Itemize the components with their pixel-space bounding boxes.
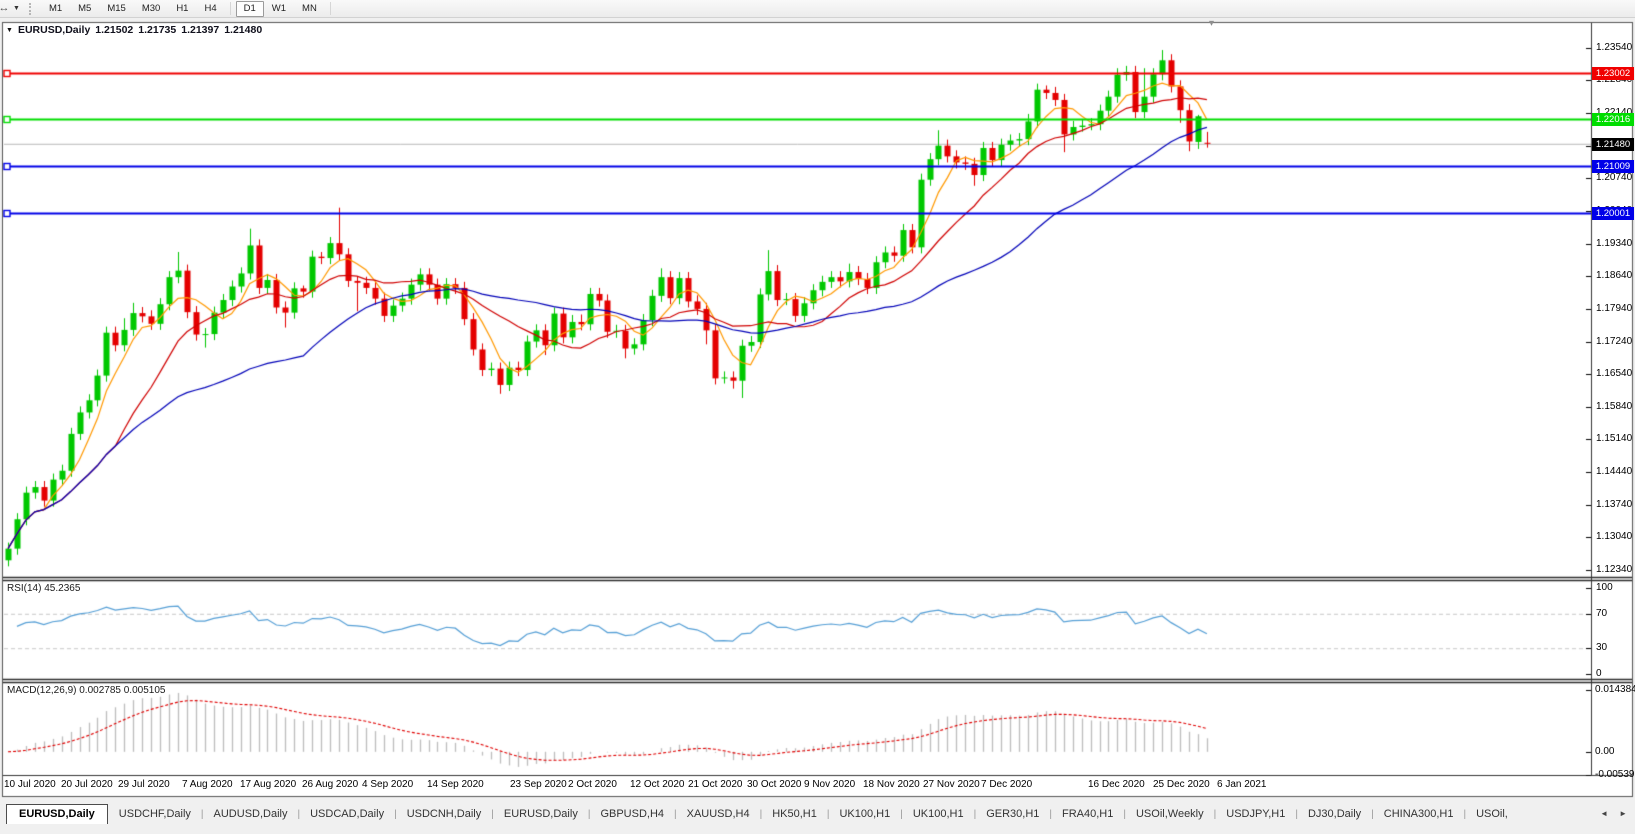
date-axis-label: 16 Dec 2020 [1088,779,1145,790]
price-level-badge: 1.21009 [1592,160,1634,173]
chart-tab-china300-h1[interactable]: CHINA300,H1 [1375,805,1463,824]
rsi-scale-label: 0 [1596,668,1602,679]
date-axis-label: 23 Sep 2020 [510,779,567,790]
date-axis-label: 26 Aug 2020 [302,779,358,790]
price-tick-label: 1.15140 [1596,433,1632,444]
macd-scale-label: -0.005396 [1595,769,1635,780]
chart-tab-usdjpy-h1[interactable]: USDJPY,H1 [1217,805,1294,824]
chart-tab-usoil-weekly[interactable]: USOil,Weekly [1127,805,1213,824]
rsi-label: RSI(14) 45.2365 [7,583,80,594]
chart-symbol-period: EURUSD,Daily [18,24,90,36]
timeframe-button-mn[interactable]: MN [294,1,325,17]
price-level-badge: 1.22016 [1592,113,1634,126]
ohlc-low: 1.21397 [181,24,219,36]
date-axis-label: 14 Sep 2020 [427,779,484,790]
date-axis-label: 6 Jan 2021 [1217,779,1267,790]
date-axis-label: 9 Nov 2020 [804,779,855,790]
price-tick-label: 1.14440 [1596,466,1632,477]
chart-tab-uk100-h1[interactable]: UK100,H1 [830,805,899,824]
ohlc-high: 1.21735 [138,24,176,36]
timeframe-button-m1[interactable]: M1 [41,1,70,17]
date-axis-label: 25 Dec 2020 [1153,779,1210,790]
timeframe-button-h4[interactable]: H4 [196,1,224,17]
macd-scale-label: 0.00 [1595,746,1614,757]
chart-tabs: EURUSD,DailyUSDCHF,Daily|AUDUSD,Daily|US… [0,802,1635,825]
ohlc-close: 1.21480 [224,24,262,36]
chart-tab-usdcad-daily[interactable]: USDCAD,Daily [301,805,393,824]
ohlc-open: 1.21502 [95,24,133,36]
price-tick-label: 1.15840 [1596,401,1632,412]
macd-scale-label: 0.014384 [1595,684,1635,695]
date-axis-label: 27 Nov 2020 [923,779,980,790]
price-tick-label: 1.13040 [1596,531,1632,542]
chart-tab-usoil[interactable]: USOil, [1467,805,1517,824]
chart-shift-icon[interactable]: ↔ [0,2,11,15]
current-price-badge: 1.21480 [1592,138,1634,151]
status-bar [0,824,1635,834]
date-axis-label: 21 Oct 2020 [688,779,742,790]
date-axis-label: 10 Jul 2020 [4,779,56,790]
toolbar-separator [330,2,331,15]
rsi-scale-label: 70 [1596,608,1607,619]
timeframe-toolbar: ↔ ▼ M1M5M15M30H1H4 D1W1MN [0,0,1635,18]
last-bar-marker[interactable]: ▾ [1209,18,1214,29]
chart-tab-eurusd-daily[interactable]: EURUSD,Daily [6,804,108,825]
chart-tab-hk50-h1[interactable]: HK50,H1 [763,805,826,824]
price-tick-label: 1.16540 [1596,368,1632,379]
timeframe-button-d1[interactable]: D1 [236,1,264,17]
chart-title: ▼ EURUSD,Daily 1.21502 1.21735 1.21397 1… [6,24,262,36]
date-axis-label: 4 Sep 2020 [362,779,413,790]
chart-tab-xauusd-h4[interactable]: XAUUSD,H4 [678,805,759,824]
date-axis-label: 12 Oct 2020 [630,779,684,790]
date-axis-label: 7 Dec 2020 [981,779,1032,790]
date-axis-label: 30 Oct 2020 [747,779,801,790]
timeframe-button-m5[interactable]: M5 [70,1,99,17]
chevron-down-icon[interactable]: ▼ [13,5,20,12]
date-axis-label: 17 Aug 2020 [240,779,296,790]
price-tick-label: 1.19340 [1596,238,1632,249]
date-axis-label: 29 Jul 2020 [118,779,170,790]
toolbar-grip[interactable] [29,3,34,15]
timeframe-button-w1[interactable]: W1 [264,1,294,17]
timeframe-button-m30[interactable]: M30 [134,1,168,17]
price-tick-label: 1.12340 [1596,564,1632,575]
chart-tab-uk100-h1[interactable]: UK100,H1 [904,805,973,824]
chart-canvas[interactable] [0,0,1635,834]
tabs-scroll-right-icon[interactable]: ► [1619,809,1627,818]
collapse-triangle-icon[interactable]: ▼ [6,27,13,34]
chart-tab-ger30-h1[interactable]: GER30,H1 [977,805,1048,824]
price-level-badge: 1.20001 [1592,207,1634,220]
chart-tab-fra40-h1[interactable]: FRA40,H1 [1053,805,1122,824]
chart-tab-gbpusd-h4[interactable]: GBPUSD,H4 [591,805,673,824]
date-axis-label: 20 Jul 2020 [61,779,113,790]
price-level-badge: 1.23002 [1592,67,1634,80]
price-tick-label: 1.23540 [1596,42,1632,53]
price-tick-label: 1.20740 [1596,172,1632,183]
timeframe-button-m15[interactable]: M15 [99,1,133,17]
date-axis-label: 2 Oct 2020 [568,779,617,790]
chart-tab-eurusd-daily[interactable]: EURUSD,Daily [495,805,587,824]
price-tick-label: 1.17240 [1596,336,1632,347]
rsi-scale-label: 30 [1596,642,1607,653]
macd-label: MACD(12,26,9) 0.002785 0.005105 [7,685,165,696]
date-axis-label: 18 Nov 2020 [863,779,920,790]
price-tick-label: 1.17940 [1596,303,1632,314]
chart-tab-usdcnh-daily[interactable]: USDCNH,Daily [398,805,491,824]
rsi-scale-label: 100 [1596,582,1613,593]
timeframe-button-h1[interactable]: H1 [168,1,196,17]
chart-tab-usdchf-daily[interactable]: USDCHF,Daily [110,805,200,824]
toolbar-separator [230,2,231,15]
chart-tab-dj30-daily[interactable]: DJ30,Daily [1299,805,1370,824]
date-axis-label: 7 Aug 2020 [182,779,233,790]
price-tick-label: 1.13740 [1596,499,1632,510]
chart-tab-audusd-daily[interactable]: AUDUSD,Daily [205,805,297,824]
price-tick-label: 1.18640 [1596,270,1632,281]
tabs-scroll-left-icon[interactable]: ◄ [1600,809,1608,818]
